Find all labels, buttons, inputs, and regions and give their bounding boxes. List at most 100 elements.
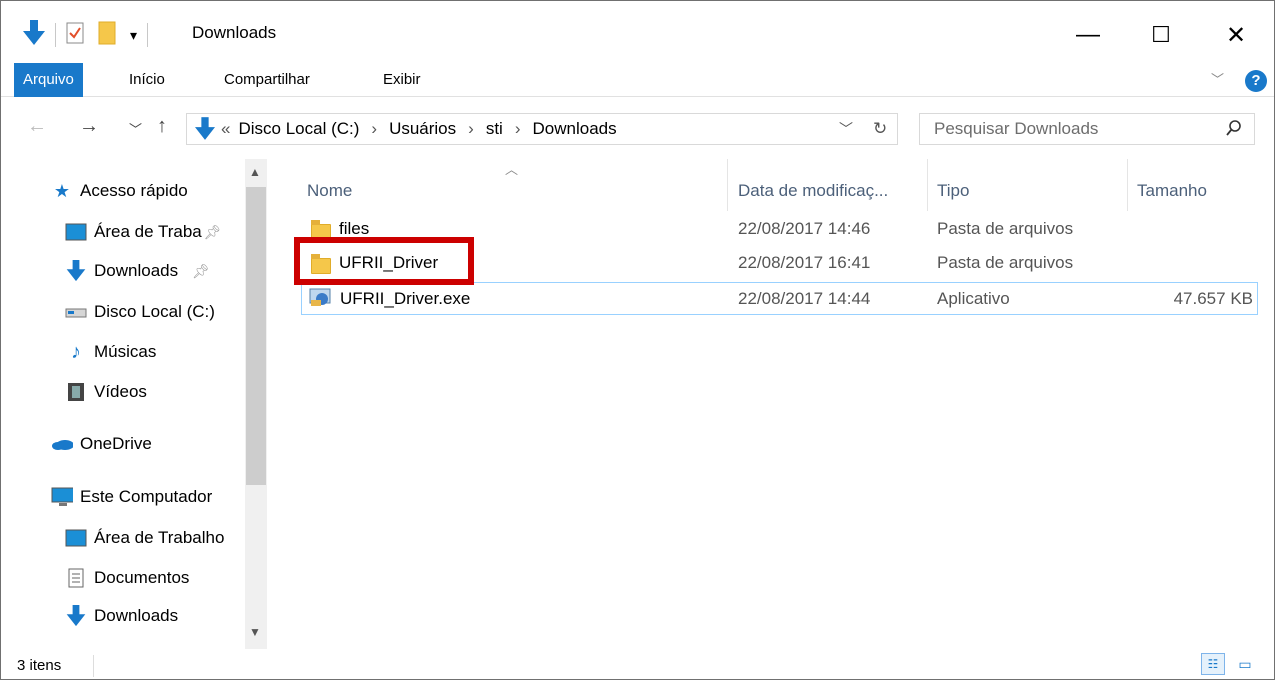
breadcrumb-disco-local[interactable]: Disco Local (C:) xyxy=(238,119,359,139)
download-arrow-icon xyxy=(65,260,87,282)
breadcrumb-usuarios[interactable]: Usuários xyxy=(389,119,456,139)
nav-item-downloads[interactable]: Downloads xyxy=(65,601,178,631)
document-icon xyxy=(65,568,87,588)
chevron-right-icon[interactable]: › xyxy=(515,119,521,139)
nav-item-label: Downloads xyxy=(94,261,179,280)
up-arrow-icon[interactable]: ↑ xyxy=(157,115,167,138)
nav-item-acesso-rapido[interactable]: ★ Acesso rápido xyxy=(51,176,188,206)
column-header-nome[interactable]: Nome xyxy=(307,171,352,211)
table-row-selected[interactable]: UFRII_Driver.exe 22/08/2017 14:44 Aplica… xyxy=(301,282,1258,315)
tab-compartilhar[interactable]: Compartilhar xyxy=(224,63,310,97)
minimize-button[interactable]: — xyxy=(1063,15,1113,55)
exe-icon xyxy=(308,286,334,317)
minimize-icon: — xyxy=(1076,21,1100,48)
address-bar[interactable]: « Disco Local (C:) › Usuários › sti › Do… xyxy=(186,113,898,145)
cloud-icon xyxy=(51,437,73,451)
sort-ascending-icon: ︿ xyxy=(505,162,519,177)
file-list: ︿ Nome Data de modificaç... Tipo Tamanho… xyxy=(271,159,1275,649)
search-icon[interactable] xyxy=(1226,119,1242,142)
nav-item-area-de-trabalho-pinned[interactable]: Área de Traba 📌︎ xyxy=(65,217,240,247)
scroll-up-icon[interactable]: ▲ xyxy=(249,165,261,179)
nav-item-label: Músicas xyxy=(94,342,157,361)
breadcrumb-overflow[interactable]: « xyxy=(221,119,230,139)
nav-item-label: Vídeos xyxy=(94,382,147,401)
file-type: Pasta de arquivos xyxy=(937,219,1074,238)
close-icon: ✕ xyxy=(1225,21,1247,49)
chevron-right-icon[interactable]: › xyxy=(371,119,377,139)
nav-item-label: OneDrive xyxy=(80,434,152,453)
explorer-window: ▾ Downloads — ☐ ✕ Arquivo Início Compart… xyxy=(0,0,1275,680)
nav-item-label: Downloads xyxy=(94,606,179,625)
details-view-icon[interactable]: ☷ xyxy=(1201,653,1225,675)
column-header-tipo[interactable]: Tipo xyxy=(937,171,969,211)
ribbon-tabs: Arquivo Início Compartilhar Exibir ﹀ ? xyxy=(1,63,1274,97)
pin-icon[interactable]: 📌︎ xyxy=(192,263,210,280)
music-icon: ♪ xyxy=(71,340,81,363)
breadcrumb-sti[interactable]: sti xyxy=(486,119,503,139)
navigation-pane: ★ Acesso rápido Área de Traba 📌︎ Downloa… xyxy=(21,159,271,649)
column-header-data[interactable]: Data de modificaç... xyxy=(738,171,888,211)
maximize-button[interactable]: ☐ xyxy=(1136,15,1186,55)
download-arrow-icon xyxy=(65,605,87,627)
tab-exibir[interactable]: Exibir xyxy=(383,63,421,97)
nav-item-label: Acesso rápido xyxy=(80,181,188,200)
quick-access-toolbar: ▾ xyxy=(23,18,158,52)
status-bar: 3 itens ☷ ▭ xyxy=(1,649,1274,680)
chevron-down-icon[interactable]: ﹀ xyxy=(839,119,853,139)
file-date: 22/08/2017 16:41 xyxy=(738,253,871,272)
desktop-icon xyxy=(65,529,87,547)
nav-scrollbar-thumb[interactable] xyxy=(246,187,266,485)
window-title: Downloads xyxy=(192,23,277,42)
nav-item-este-computador[interactable]: Este Computador xyxy=(51,482,212,512)
file-type: Pasta de arquivos xyxy=(937,253,1074,272)
ribbon-expand-icon[interactable]: ﹀ xyxy=(1211,63,1224,97)
forward-arrow-icon[interactable]: → xyxy=(79,115,99,138)
breadcrumb-downloads[interactable]: Downloads xyxy=(533,119,617,139)
file-date: 22/08/2017 14:44 xyxy=(738,289,871,308)
film-icon xyxy=(65,382,87,402)
nav-item-label: Disco Local (C:) xyxy=(94,302,215,321)
file-size: 47.657 KB xyxy=(1173,289,1253,308)
search-placeholder: Pesquisar Downloads xyxy=(934,119,1099,138)
file-name: UFRII_Driver.exe xyxy=(340,289,471,308)
properties-check-icon[interactable] xyxy=(66,22,84,49)
nav-item-onedrive[interactable]: OneDrive xyxy=(51,429,152,459)
nav-item-documentos[interactable]: Documentos xyxy=(65,563,189,593)
nav-item-disco-local[interactable]: Disco Local (C:) xyxy=(65,297,215,327)
tab-inicio[interactable]: Início xyxy=(129,63,165,97)
large-icons-view-icon[interactable]: ▭ xyxy=(1233,653,1257,675)
download-arrow-icon xyxy=(195,117,215,141)
customize-toolbar-icon[interactable]: ▾ xyxy=(130,27,137,44)
maximize-icon: ☐ xyxy=(1151,22,1171,47)
back-arrow-icon[interactable]: ← xyxy=(27,115,47,138)
file-type: Aplicativo xyxy=(937,289,1010,308)
nav-item-label: Área de Trabalho xyxy=(94,528,225,547)
item-count: 3 itens xyxy=(17,657,62,674)
download-arrow-icon[interactable] xyxy=(23,19,45,51)
tab-arquivo[interactable]: Arquivo xyxy=(14,63,83,97)
drive-icon xyxy=(65,305,87,319)
nav-item-videos[interactable]: Vídeos xyxy=(65,377,147,407)
star-icon: ★ xyxy=(53,180,71,201)
nav-item-downloads-pinned[interactable]: Downloads 📌︎ xyxy=(65,256,210,286)
nav-item-label: Documentos xyxy=(94,568,190,587)
refresh-icon[interactable]: ↻ xyxy=(873,119,887,139)
help-icon[interactable]: ? xyxy=(1245,70,1267,92)
nav-item-musicas[interactable]: ♪ Músicas xyxy=(65,337,156,367)
search-input[interactable]: Pesquisar Downloads xyxy=(919,113,1255,145)
close-button[interactable]: ✕ xyxy=(1211,15,1261,55)
nav-item-label: Este Computador xyxy=(80,487,213,506)
scroll-down-icon[interactable]: ▼ xyxy=(249,625,261,639)
chevron-right-icon[interactable]: › xyxy=(468,119,474,139)
pin-icon[interactable]: 📌︎ xyxy=(204,224,222,241)
file-date: 22/08/2017 14:46 xyxy=(738,219,871,238)
title-bar: ▾ Downloads — ☐ ✕ xyxy=(1,1,1274,63)
nav-item-area-de-trabalho[interactable]: Área de Trabalho xyxy=(65,523,245,553)
computer-icon xyxy=(51,487,73,507)
column-header-tamanho[interactable]: Tamanho xyxy=(1137,171,1207,211)
highlight-annotation-box xyxy=(294,237,474,285)
recent-locations-icon[interactable]: ﹀ xyxy=(129,119,142,138)
nav-item-label: Área de Traba xyxy=(94,222,202,241)
desktop-icon xyxy=(65,223,87,241)
new-folder-icon[interactable] xyxy=(98,21,116,50)
